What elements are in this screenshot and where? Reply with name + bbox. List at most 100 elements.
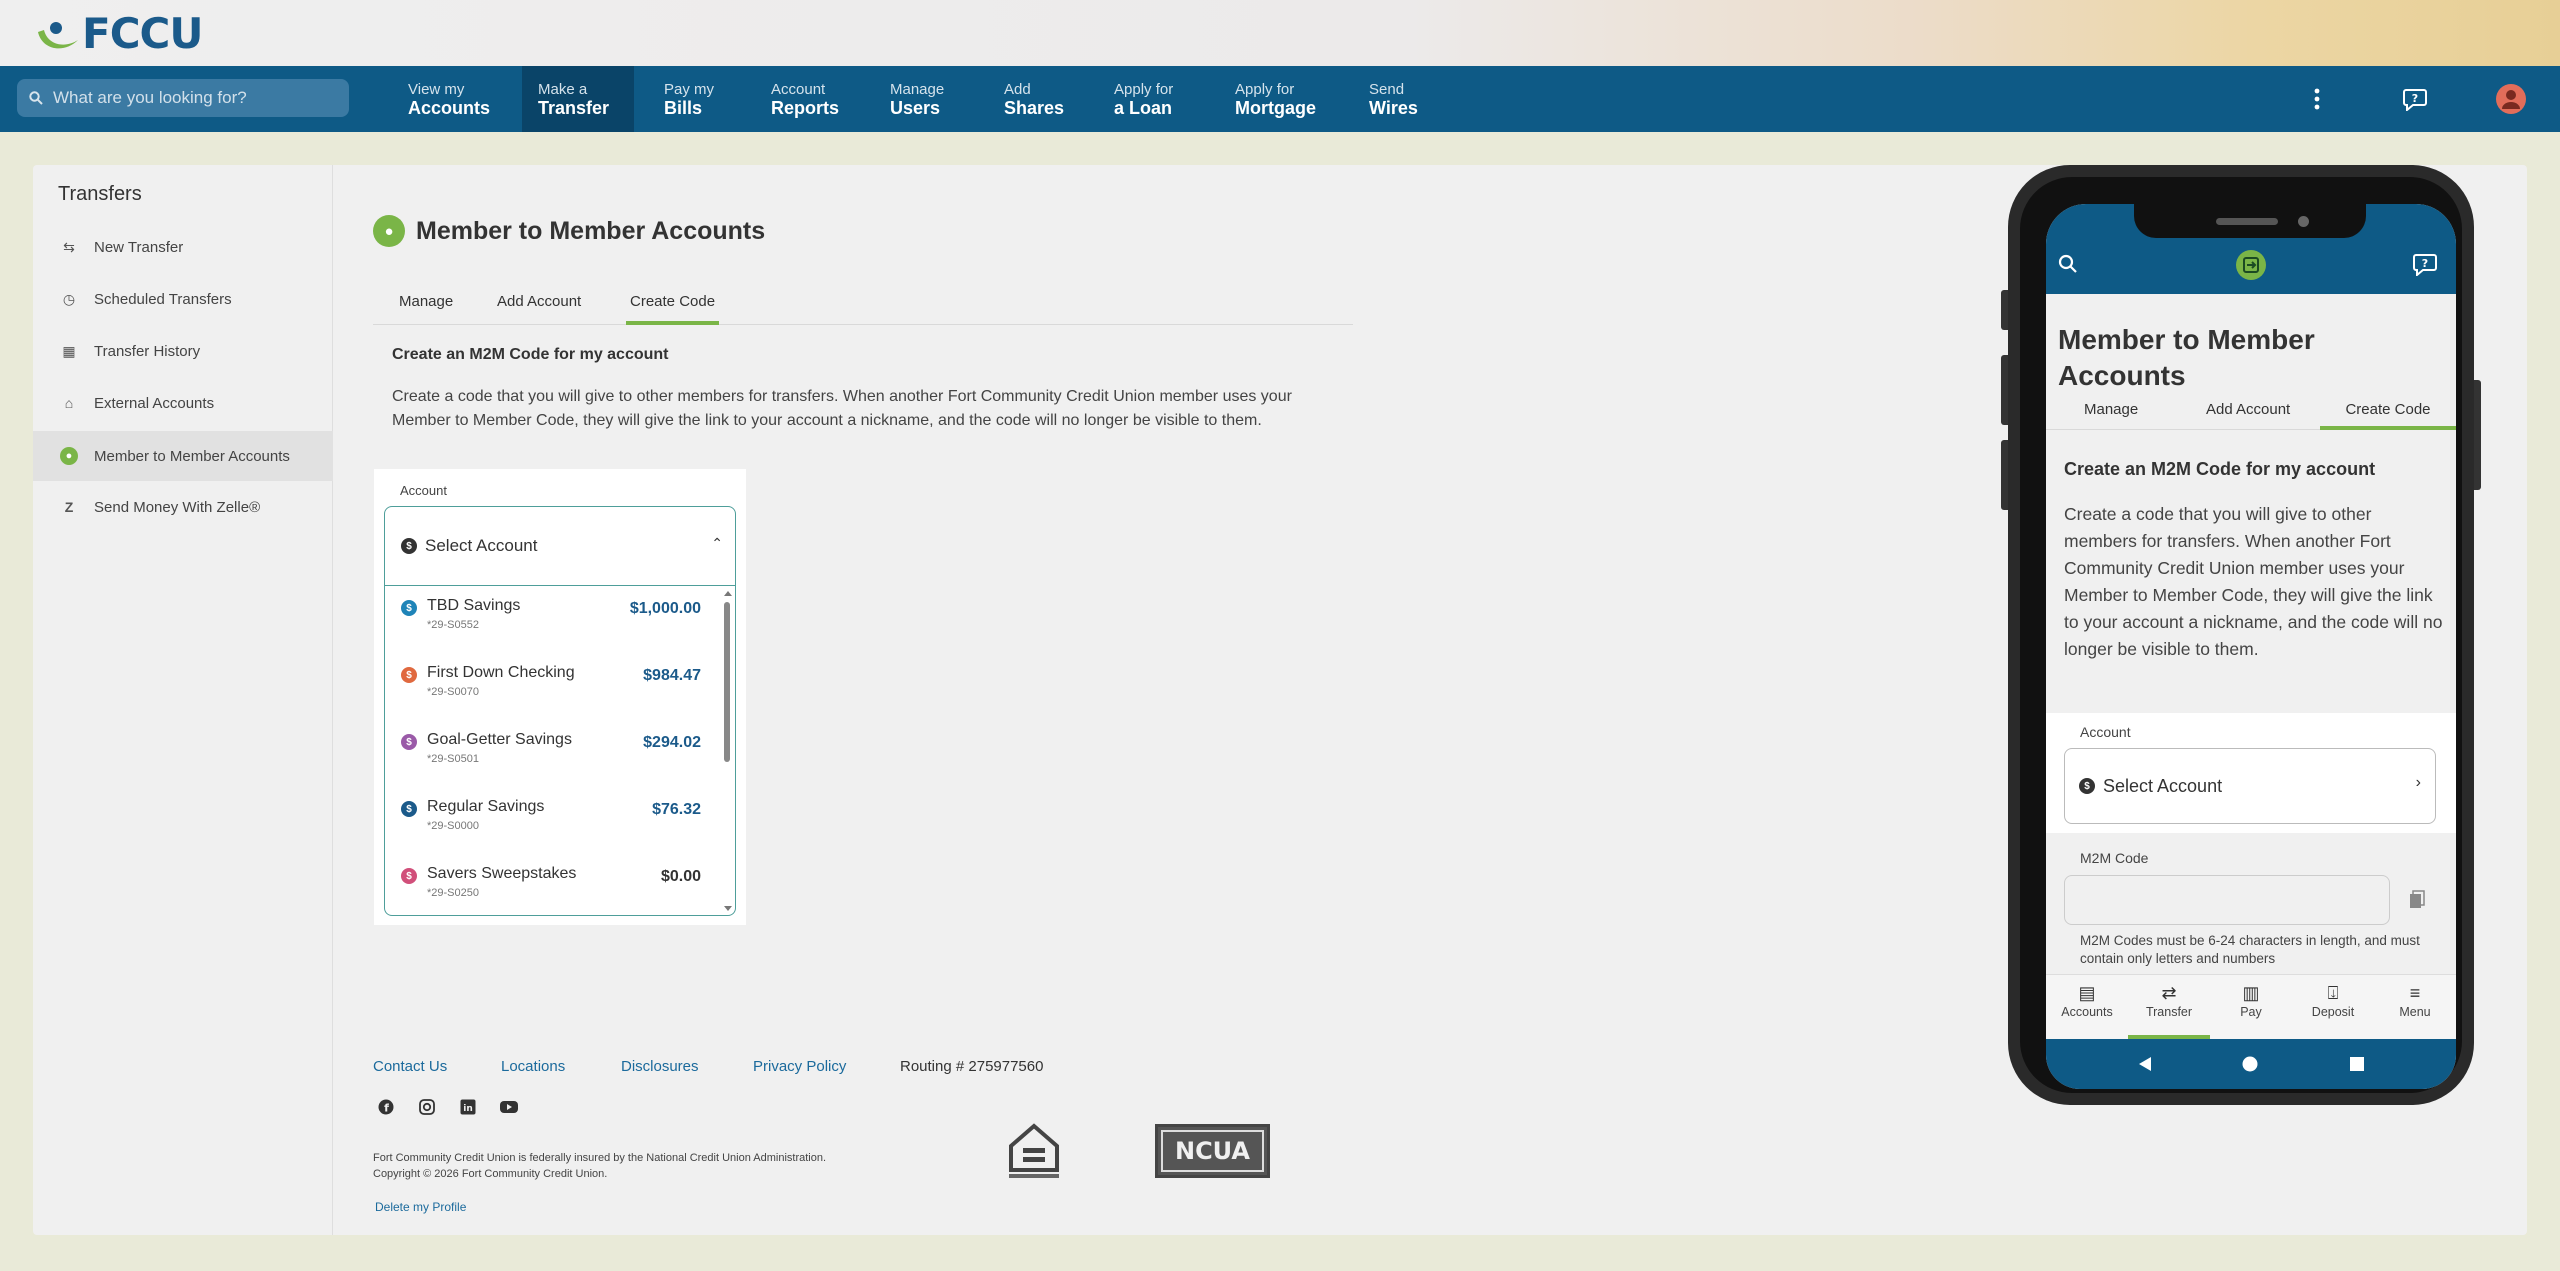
facebook-icon[interactable]: f bbox=[377, 1098, 395, 1116]
youtube-icon[interactable] bbox=[500, 1098, 518, 1116]
search-box[interactable] bbox=[17, 79, 349, 117]
nav-line2: Users bbox=[890, 98, 941, 118]
recents-icon[interactable] bbox=[2350, 1057, 2364, 1071]
account-balance: $0.00 bbox=[660, 868, 701, 885]
bottom-nav-label: Accounts bbox=[2061, 1005, 2113, 1019]
more-options-button[interactable] bbox=[2302, 66, 2332, 132]
sidebar-item-external-accounts[interactable]: ⌂ External Accounts bbox=[33, 379, 333, 427]
nav-make-transfer[interactable]: Make a Transfer bbox=[522, 66, 634, 132]
phone-power-button bbox=[2474, 380, 2481, 490]
speaker-grille bbox=[2216, 218, 2278, 225]
phone-screen: ? Member to Member Accounts Manage Add A… bbox=[2046, 204, 2456, 1089]
dollar-icon: $ bbox=[401, 734, 417, 750]
sidebar-item-label: New Transfer bbox=[94, 238, 184, 256]
nav-send-wires[interactable]: Send Wires bbox=[1353, 66, 1434, 132]
account-name: Goal-Getter Savings bbox=[427, 731, 572, 748]
footer-link-privacy[interactable]: Privacy Policy bbox=[753, 1058, 846, 1075]
phone-notch bbox=[2134, 204, 2366, 238]
section-description: Create a code that you will give to othe… bbox=[392, 388, 1292, 429]
bottom-nav-pay[interactable]: ▥ Pay bbox=[2210, 983, 2292, 1019]
nav-line1: Account bbox=[771, 81, 826, 98]
sidebar-title: Transfers bbox=[58, 183, 142, 205]
nav-line2: Wires bbox=[1369, 98, 1418, 118]
account-picker: Account $ Select Account ⌃ $ TBD Savings… bbox=[374, 469, 746, 925]
account-select[interactable]: $ Select Account ⌃ bbox=[384, 506, 736, 586]
sidebar-item-label: Scheduled Transfers bbox=[94, 290, 232, 308]
nav-pay-bills[interactable]: Pay my Bills bbox=[648, 66, 730, 132]
account-name: Savers Sweepstakes bbox=[427, 865, 577, 882]
scroll-up-arrow-icon bbox=[724, 591, 732, 596]
bottom-nav-label: Transfer bbox=[2145, 1005, 2193, 1019]
account-option[interactable]: $ Savers Sweepstakes *29-S0250 $0.00 bbox=[385, 854, 715, 915]
linkedin-icon[interactable]: in bbox=[459, 1098, 477, 1116]
nav-manage-users[interactable]: Manage Users bbox=[874, 66, 960, 132]
section-title: Create an M2M Code for my account bbox=[392, 346, 669, 363]
phone-side-button bbox=[2001, 440, 2008, 510]
nav-account-reports[interactable]: Account Reports bbox=[755, 66, 855, 132]
logo-text: FCCU bbox=[82, 8, 203, 58]
fccu-logo[interactable]: FCCU bbox=[34, 8, 203, 58]
account-option[interactable]: $ First Down Checking *29-S0070 $984.47 bbox=[385, 653, 715, 720]
phone-account-select[interactable]: $ Select Account › bbox=[2064, 748, 2436, 824]
sidebar-item-zelle[interactable]: Z Send Money With Zelle® bbox=[33, 483, 333, 531]
instagram-icon[interactable] bbox=[418, 1098, 436, 1116]
sidebar-item-transfer-history[interactable]: ▦ Transfer History bbox=[33, 327, 333, 375]
search-input[interactable] bbox=[53, 88, 333, 108]
tab-label: Create Code bbox=[630, 293, 716, 310]
nav-apply-mortgage[interactable]: Apply for Mortgage bbox=[1219, 66, 1332, 132]
tab-create-code[interactable]: Create Code bbox=[626, 289, 720, 325]
account-number: *29-S0000 bbox=[427, 820, 479, 832]
back-icon[interactable] bbox=[2138, 1056, 2152, 1072]
account-option[interactable]: $ Goal-Getter Savings *29-S0501 $294.02 bbox=[385, 720, 715, 787]
nav-line1: Apply for bbox=[1235, 81, 1295, 98]
phone-page-title: Member to Member Accounts bbox=[2058, 324, 2315, 391]
phone-tab-create-code[interactable]: Create Code bbox=[2320, 401, 2456, 430]
dropdown-scrollbar[interactable] bbox=[723, 586, 733, 915]
nav-line1: Send bbox=[1369, 81, 1405, 98]
nav-view-accounts[interactable]: View my Accounts bbox=[392, 66, 506, 132]
bottom-nav-transfer[interactable]: ⇄ Transfer bbox=[2128, 983, 2210, 1039]
phone-tab-manage[interactable]: Manage bbox=[2084, 401, 2138, 430]
sidebar-item-scheduled-transfers[interactable]: ◷ Scheduled Transfers bbox=[33, 275, 333, 323]
account-option[interactable]: $ Regular Savings *29-S0000 $76.32 bbox=[385, 787, 715, 854]
sidebar-item-member-to-member[interactable]: ● Member to Member Accounts bbox=[33, 431, 333, 481]
hamburger-menu-icon: ≡ bbox=[2409, 983, 2421, 1003]
account-balance: $1,000.00 bbox=[629, 600, 701, 617]
insured-statement: Fort Community Credit Union is federally… bbox=[373, 1152, 827, 1164]
footer-link-disclosures[interactable]: Disclosures bbox=[621, 1058, 699, 1075]
search-icon[interactable] bbox=[2058, 254, 2078, 274]
footer-link-locations[interactable]: Locations bbox=[501, 1058, 565, 1075]
nav-add-shares[interactable]: Add Shares bbox=[988, 66, 1080, 132]
bottom-nav-menu[interactable]: ≡ Menu bbox=[2374, 983, 2456, 1019]
footer-link-contact[interactable]: Contact Us bbox=[373, 1058, 447, 1075]
bottom-nav-deposit[interactable]: ⍗ Deposit bbox=[2292, 983, 2374, 1019]
account-name: Regular Savings bbox=[427, 798, 545, 815]
sidebar-item-label: Send Money With Zelle® bbox=[94, 498, 261, 516]
tab-add-account[interactable]: Add Account bbox=[493, 289, 585, 325]
nav-apply-loan[interactable]: Apply for a Loan bbox=[1098, 66, 1189, 132]
tab-label: Add Account bbox=[2206, 401, 2291, 418]
tab-manage[interactable]: Manage bbox=[395, 289, 457, 325]
help-chat-icon[interactable]: ? bbox=[2412, 252, 2438, 276]
ncua-text: NCUA bbox=[1161, 1130, 1264, 1172]
phone-account-picker: Account $ Select Account › bbox=[2046, 713, 2456, 833]
profile-avatar-button[interactable] bbox=[2494, 66, 2528, 132]
sidebar-item-new-transfer[interactable]: ⇆ New Transfer bbox=[33, 223, 333, 271]
delete-profile-link[interactable]: Delete my Profile bbox=[375, 1200, 466, 1214]
dollar-icon: $ bbox=[401, 868, 417, 884]
help-button[interactable]: ? bbox=[2398, 66, 2432, 132]
m2m-code-input[interactable] bbox=[2064, 875, 2390, 925]
home-icon[interactable] bbox=[2242, 1056, 2258, 1072]
scroll-thumb[interactable] bbox=[724, 602, 730, 762]
dollar-icon: $ bbox=[2079, 778, 2095, 794]
phone-tab-add-account[interactable]: Add Account bbox=[2206, 401, 2290, 430]
copy-icon[interactable] bbox=[2408, 890, 2426, 910]
svg-text:in: in bbox=[463, 1104, 473, 1114]
bottom-nav-accounts[interactable]: ▤ Accounts bbox=[2046, 983, 2128, 1019]
phone-bezel: ? Member to Member Accounts Manage Add A… bbox=[2020, 177, 2462, 1093]
account-option[interactable]: $ TBD Savings *29-S0552 $1,000.00 bbox=[385, 586, 715, 653]
account-balance: $984.47 bbox=[643, 667, 701, 684]
nav-line2: Shares bbox=[1004, 98, 1065, 118]
clock-icon: ◷ bbox=[62, 290, 76, 307]
bill-icon: ▥ bbox=[2242, 983, 2260, 1003]
